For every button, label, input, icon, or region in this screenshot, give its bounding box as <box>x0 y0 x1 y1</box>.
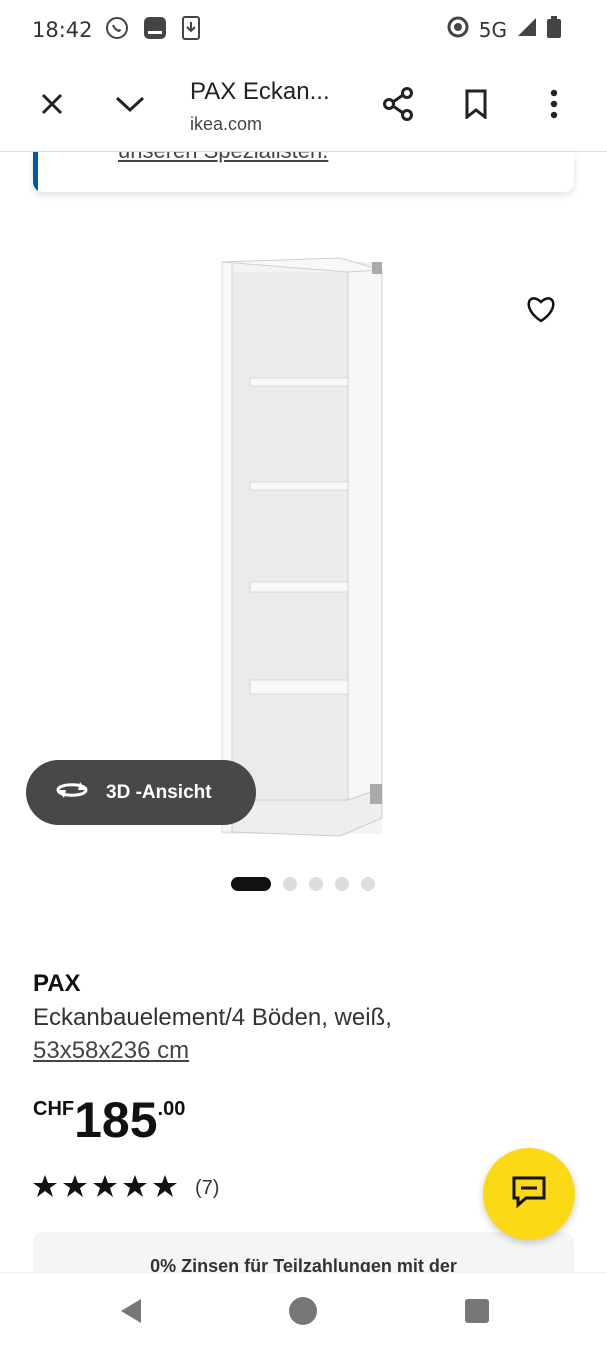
whatsapp-icon <box>105 16 129 45</box>
carousel-dot-2[interactable] <box>283 877 297 891</box>
browser-toolbar: PAX Eckan... ikea.com <box>0 60 607 152</box>
nav-home-button[interactable] <box>285 1295 321 1331</box>
recents-square-icon <box>464 1298 490 1329</box>
data-saver-icon <box>447 16 469 43</box>
rotate-3d-icon <box>54 778 90 808</box>
nav-back-button[interactable] <box>112 1295 148 1331</box>
review-count: (7) <box>195 1177 220 1199</box>
app-icon <box>143 16 167 45</box>
price-integer: 185 <box>74 1092 158 1148</box>
signal-icon <box>517 17 537 42</box>
info-accent-bar <box>33 152 38 192</box>
product-description: Eckanbauelement/4 Böden, weiß, <box>33 1004 392 1031</box>
star-icon <box>123 1175 147 1202</box>
back-triangle-icon <box>117 1297 143 1330</box>
chat-button[interactable] <box>483 1148 575 1240</box>
specialist-link[interactable]: unseren Spezialisten. <box>118 152 328 164</box>
product-rating[interactable]: (7) <box>33 1175 219 1202</box>
carousel-dot-1[interactable] <box>231 877 271 891</box>
nav-recents-button[interactable] <box>459 1295 495 1331</box>
more-vert-icon <box>550 89 558 124</box>
specialist-info-card: unseren Spezialisten. <box>33 152 574 192</box>
price-decimal: .00 <box>157 1098 186 1120</box>
star-icon <box>63 1175 87 1202</box>
close-icon <box>40 92 64 121</box>
view-3d-button[interactable]: 3D -Ansicht <box>26 760 256 825</box>
home-circle-icon <box>288 1296 318 1331</box>
network-type: 5G <box>478 17 507 42</box>
download-icon <box>181 15 201 45</box>
chevron-down-icon <box>115 94 145 119</box>
price-currency: CHF <box>33 1098 75 1120</box>
star-icon <box>153 1175 177 1202</box>
chat-icon <box>512 1176 546 1213</box>
carousel-dot-5[interactable] <box>361 877 375 891</box>
more-options-button[interactable] <box>530 82 578 130</box>
close-tab-button[interactable] <box>28 82 76 130</box>
carousel-dot-3[interactable] <box>309 877 323 891</box>
carousel-dots <box>231 877 375 891</box>
page-domain: ikea.com <box>190 114 263 134</box>
product-size-link[interactable]: 53x58x236 cm <box>33 1037 189 1065</box>
favorite-button[interactable] <box>518 288 564 334</box>
view-3d-label: 3D -Ansicht <box>106 781 212 803</box>
page-title: PAX Eckan... <box>190 78 330 105</box>
share-button[interactable] <box>374 82 422 130</box>
minimize-button[interactable] <box>106 82 154 130</box>
system-nav-bar <box>0 1272 607 1350</box>
heart-icon <box>526 295 556 328</box>
battery-icon <box>547 16 561 43</box>
share-icon <box>382 86 414 126</box>
product-name: PAX <box>33 970 81 997</box>
star-icon <box>33 1175 57 1202</box>
star-icon <box>93 1175 117 1202</box>
product-price: CHF 185 .00 <box>33 1092 185 1148</box>
bookmark-icon <box>464 89 488 124</box>
status-time: 18:42 <box>32 18 93 42</box>
status-bar: 18:42 5G <box>0 0 607 60</box>
product-image[interactable] <box>0 240 607 850</box>
bookmark-button[interactable] <box>452 82 500 130</box>
carousel-dot-4[interactable] <box>335 877 349 891</box>
